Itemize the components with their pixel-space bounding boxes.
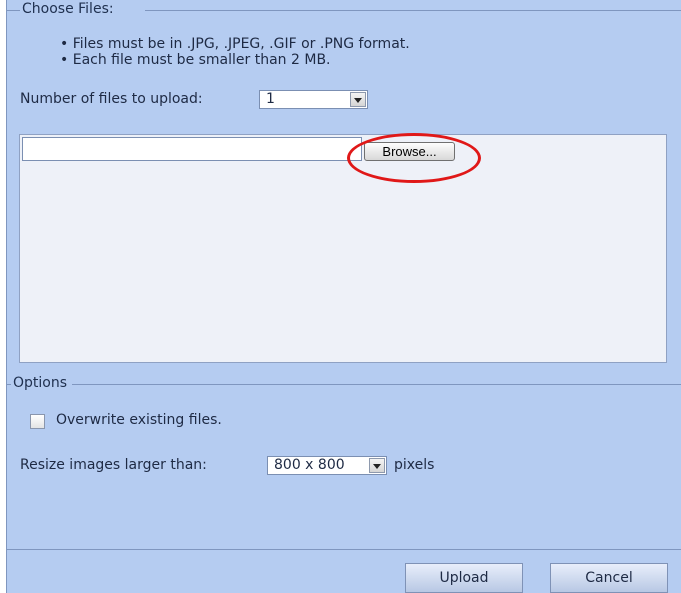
resize-select[interactable]: 800 x 800 xyxy=(267,456,387,475)
choose-files-legend: Choose Files: xyxy=(20,1,116,17)
browse-button[interactable]: Browse... xyxy=(364,142,455,161)
overwrite-label[interactable]: Overwrite existing files. xyxy=(56,412,222,428)
chevron-down-icon[interactable] xyxy=(369,458,385,473)
fieldset-border xyxy=(72,384,681,385)
overwrite-checkbox[interactable] xyxy=(30,414,45,429)
file-rules-list: Files must be in .JPG, .JPEG, .GIF or .P… xyxy=(60,36,410,68)
num-files-value: 1 xyxy=(266,91,275,107)
pixels-label: pixels xyxy=(394,457,435,473)
num-files-select[interactable]: 1 xyxy=(259,90,368,109)
cancel-button[interactable]: Cancel xyxy=(550,563,668,593)
rule-format: Files must be in .JPG, .JPEG, .GIF or .P… xyxy=(60,36,410,52)
footer-divider xyxy=(6,549,681,550)
rule-size: Each file must be smaller than 2 MB. xyxy=(60,52,410,68)
file-path-input[interactable] xyxy=(22,137,362,161)
file-upload-area: Browse... xyxy=(19,134,667,363)
chevron-down-icon[interactable] xyxy=(350,92,366,107)
resize-label: Resize images larger than: xyxy=(20,457,207,473)
fieldset-border xyxy=(6,10,20,11)
upload-button[interactable]: Upload xyxy=(405,563,523,593)
num-files-label: Number of files to upload: xyxy=(20,91,203,107)
options-legend: Options xyxy=(11,375,70,391)
fieldset-border xyxy=(145,10,681,11)
resize-value: 800 x 800 xyxy=(274,457,345,473)
